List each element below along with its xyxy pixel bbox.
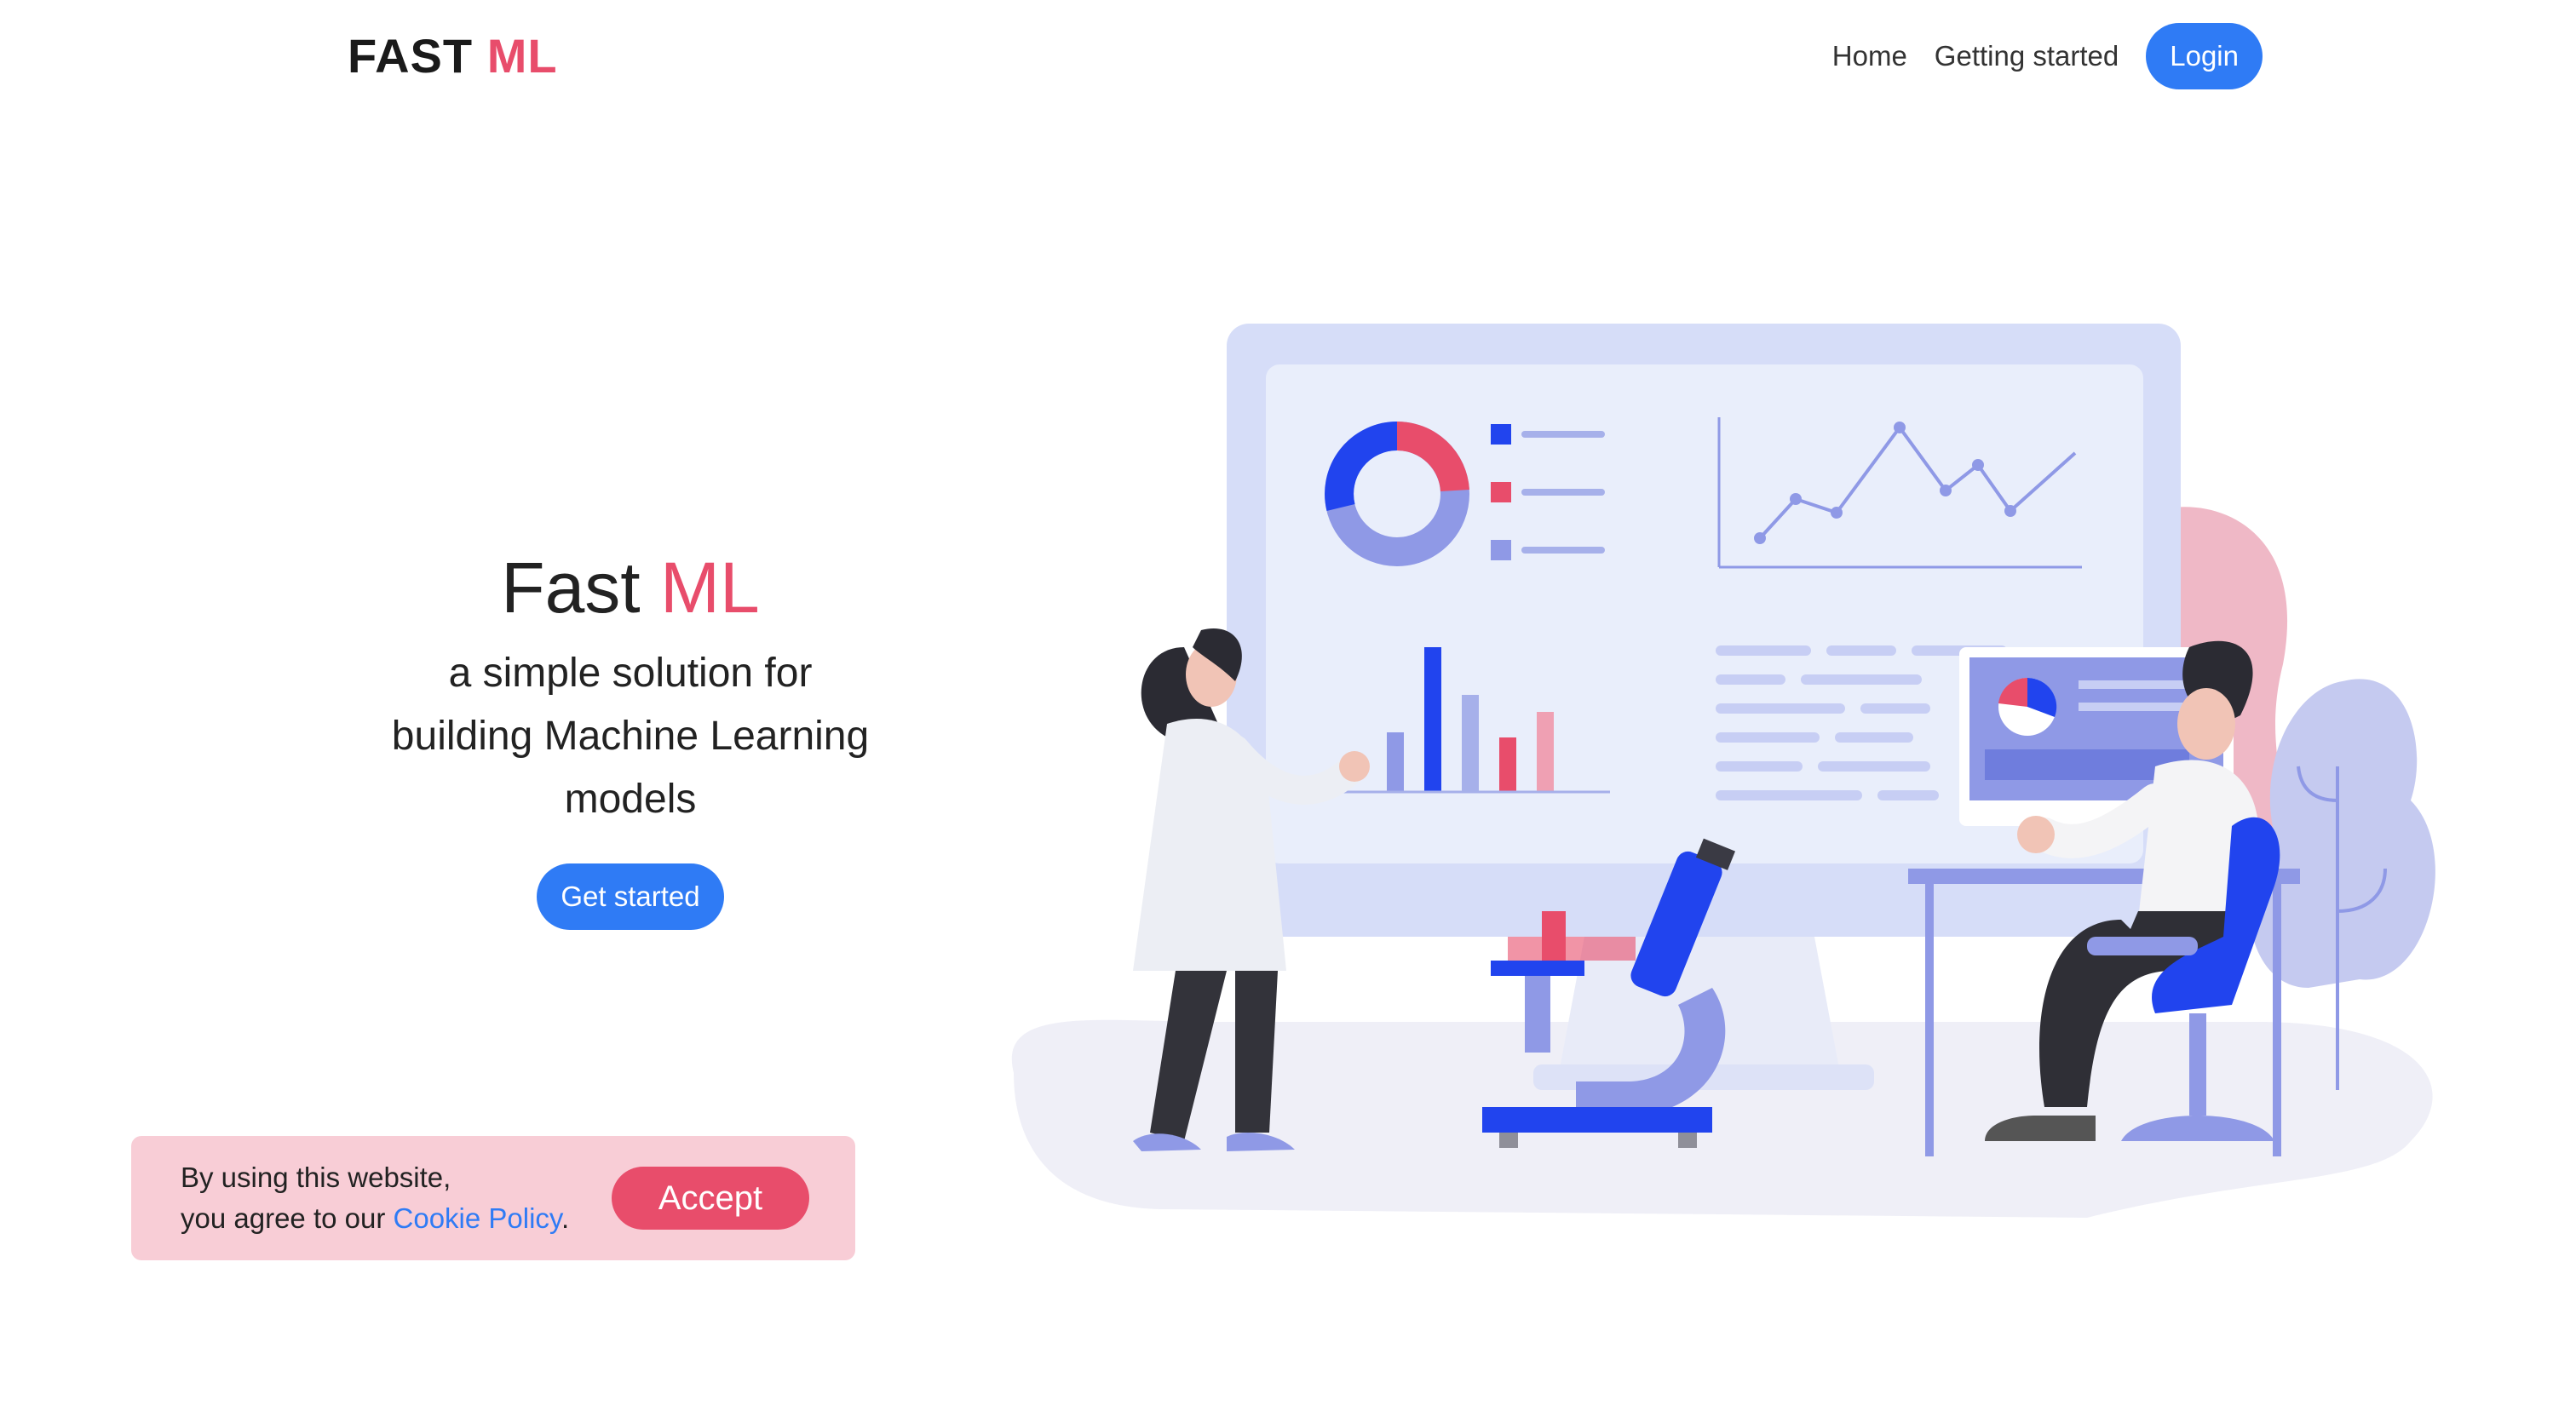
site-logo[interactable]: FAST ML [348, 29, 558, 83]
cookie-line2-prefix: you agree to our [181, 1202, 386, 1234]
hero-title-ml: ML [660, 548, 760, 628]
cookie-line2-suffix: . [561, 1202, 570, 1234]
nav-getting-started-link[interactable]: Getting started [1935, 22, 2119, 90]
cookie-line1: By using this website, [181, 1162, 451, 1193]
hero-subtitle-line2: building Machine Learning [391, 714, 870, 759]
hero-subtitle: a simple solution for building Machine L… [307, 642, 954, 831]
cookie-banner: By using this website, you agree to our … [131, 1136, 855, 1260]
hero-subtitle-line1: a simple solution for [448, 651, 813, 696]
accept-cookies-button[interactable]: Accept [612, 1167, 809, 1230]
hero-title-fast: Fast [501, 548, 641, 628]
nav-home-link[interactable]: Home [1832, 22, 1907, 90]
login-button[interactable]: Login [2146, 23, 2263, 89]
logo-text-fast: FAST [348, 29, 474, 83]
hero-title: Fast ML [307, 545, 954, 630]
data-science-illustration-icon [1011, 324, 2435, 1218]
cookie-policy-link[interactable]: Cookie Policy [394, 1202, 561, 1234]
top-nav: Home Getting started Login [1832, 22, 2263, 90]
page: FAST ML Home Getting started Login Fast … [0, 0, 2576, 1417]
hero-section: Fast ML a simple solution for building M… [307, 545, 954, 930]
get-started-button[interactable]: Get started [537, 863, 724, 930]
logo-text-ml: ML [486, 29, 558, 83]
hero-subtitle-line3: models [564, 777, 697, 822]
cookie-message: By using this website, you agree to our … [181, 1157, 607, 1239]
